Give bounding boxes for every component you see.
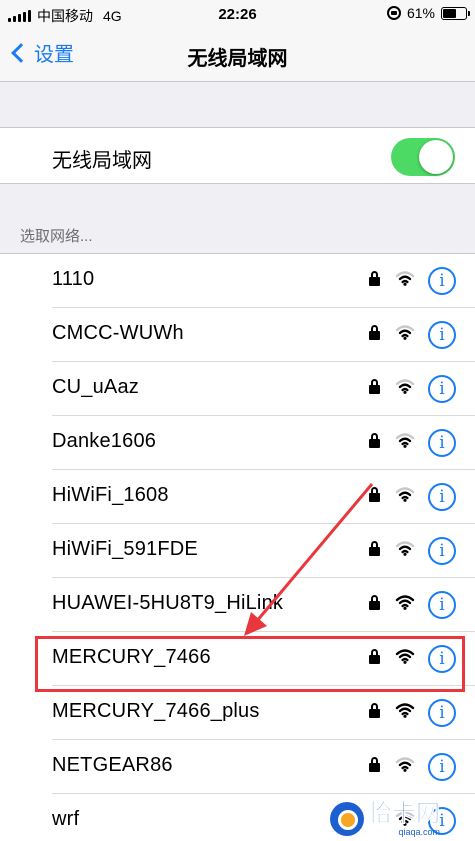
toggle-knob — [419, 140, 453, 174]
wifi-signal-icon — [395, 702, 415, 718]
network-row[interactable]: HUAWEI-5HU8T9_HiLink i — [0, 578, 475, 632]
wifi-toggle-row: 无线局域网 — [0, 127, 475, 184]
network-row[interactable]: Danke1606 i — [0, 416, 475, 470]
lock-icon — [369, 541, 380, 556]
info-button[interactable]: i — [428, 537, 456, 565]
info-button[interactable]: i — [428, 483, 456, 511]
wifi-signal-icon — [395, 540, 415, 556]
battery-percent: 61% — [406, 5, 435, 21]
info-button[interactable]: i — [428, 267, 456, 295]
lock-icon — [369, 271, 380, 286]
wifi-signal-icon — [395, 432, 415, 448]
wifi-signal-icon — [395, 486, 415, 502]
network-name: wrf — [52, 808, 80, 830]
wifi-signal-icon — [395, 594, 415, 610]
lock-icon — [369, 703, 380, 718]
lock-icon — [369, 487, 380, 502]
info-button[interactable]: i — [428, 699, 456, 727]
lock-icon — [369, 379, 380, 394]
network-row[interactable]: HiWiFi_1608 i — [0, 470, 475, 524]
battery-level-fill — [443, 8, 457, 18]
network-name: MERCURY_7466 — [52, 646, 211, 668]
network-row[interactable]: MERCURY_7466_plus i — [0, 686, 475, 740]
info-button[interactable]: i — [428, 429, 456, 457]
battery-icon — [441, 6, 470, 20]
wifi-toggle-switch[interactable] — [391, 138, 455, 176]
network-name: HiWiFi_1608 — [52, 484, 169, 506]
network-name: CU_uAaz — [52, 376, 139, 398]
lock-icon — [369, 325, 380, 340]
wifi-signal-icon — [395, 648, 415, 664]
network-name: HUAWEI-5HU8T9_HiLink — [52, 592, 284, 614]
watermark-main: 恰卡网 — [368, 800, 441, 827]
wifi-signal-icon — [395, 756, 415, 772]
watermark-text: 恰卡网 qiaqa.com — [368, 800, 441, 837]
page-title: 无线局域网 — [187, 48, 288, 70]
status-right: 61% — [386, 5, 470, 21]
network-name: MERCURY_7466_plus — [52, 700, 260, 722]
network-row[interactable]: MERCURY_7466 i — [0, 632, 475, 686]
network-name: CMCC-WUWh — [52, 322, 184, 344]
navigation-bar: 设置 无线局域网 — [0, 28, 475, 82]
info-button[interactable]: i — [428, 645, 456, 673]
network-row[interactable]: NETGEAR86 i — [0, 740, 475, 794]
section-header: 选取网络... — [20, 228, 93, 245]
lock-icon — [369, 649, 380, 664]
rotation-lock-icon — [386, 6, 401, 20]
network-row[interactable]: CMCC-WUWh i — [0, 308, 475, 362]
network-name: NETGEAR86 — [52, 754, 173, 776]
network-name: Danke1606 — [52, 430, 157, 452]
wifi-signal-icon — [395, 324, 415, 340]
info-button[interactable]: i — [428, 321, 456, 349]
wifi-signal-icon — [395, 270, 415, 286]
network-row[interactable]: 1110 i — [0, 254, 475, 308]
lock-icon — [369, 433, 380, 448]
network-name: HiWiFi_591FDE — [52, 538, 198, 560]
lock-icon — [369, 757, 380, 772]
watermark-logo-icon — [330, 802, 364, 836]
status-bar: 中国移动 4G 22:26 61% — [0, 0, 475, 28]
info-button[interactable]: i — [428, 753, 456, 781]
network-list: 1110 i CMCC-WUWh i CU_uAaz i Danke1606 i HiWiFi_… — [0, 253, 475, 841]
info-button[interactable]: i — [428, 375, 456, 403]
info-button[interactable]: i — [428, 591, 456, 619]
watermark-sub: qiaqa.com — [398, 827, 440, 837]
lock-icon — [369, 595, 380, 610]
network-row[interactable]: HiWiFi_591FDE i — [0, 524, 475, 578]
network-name: 1110 — [52, 268, 95, 290]
wifi-signal-icon — [395, 378, 415, 394]
watermark: 恰卡网 qiaqa.com — [330, 800, 475, 838]
wifi-toggle-label: 无线局域网 — [52, 150, 152, 172]
network-row[interactable]: CU_uAaz i — [0, 362, 475, 416]
